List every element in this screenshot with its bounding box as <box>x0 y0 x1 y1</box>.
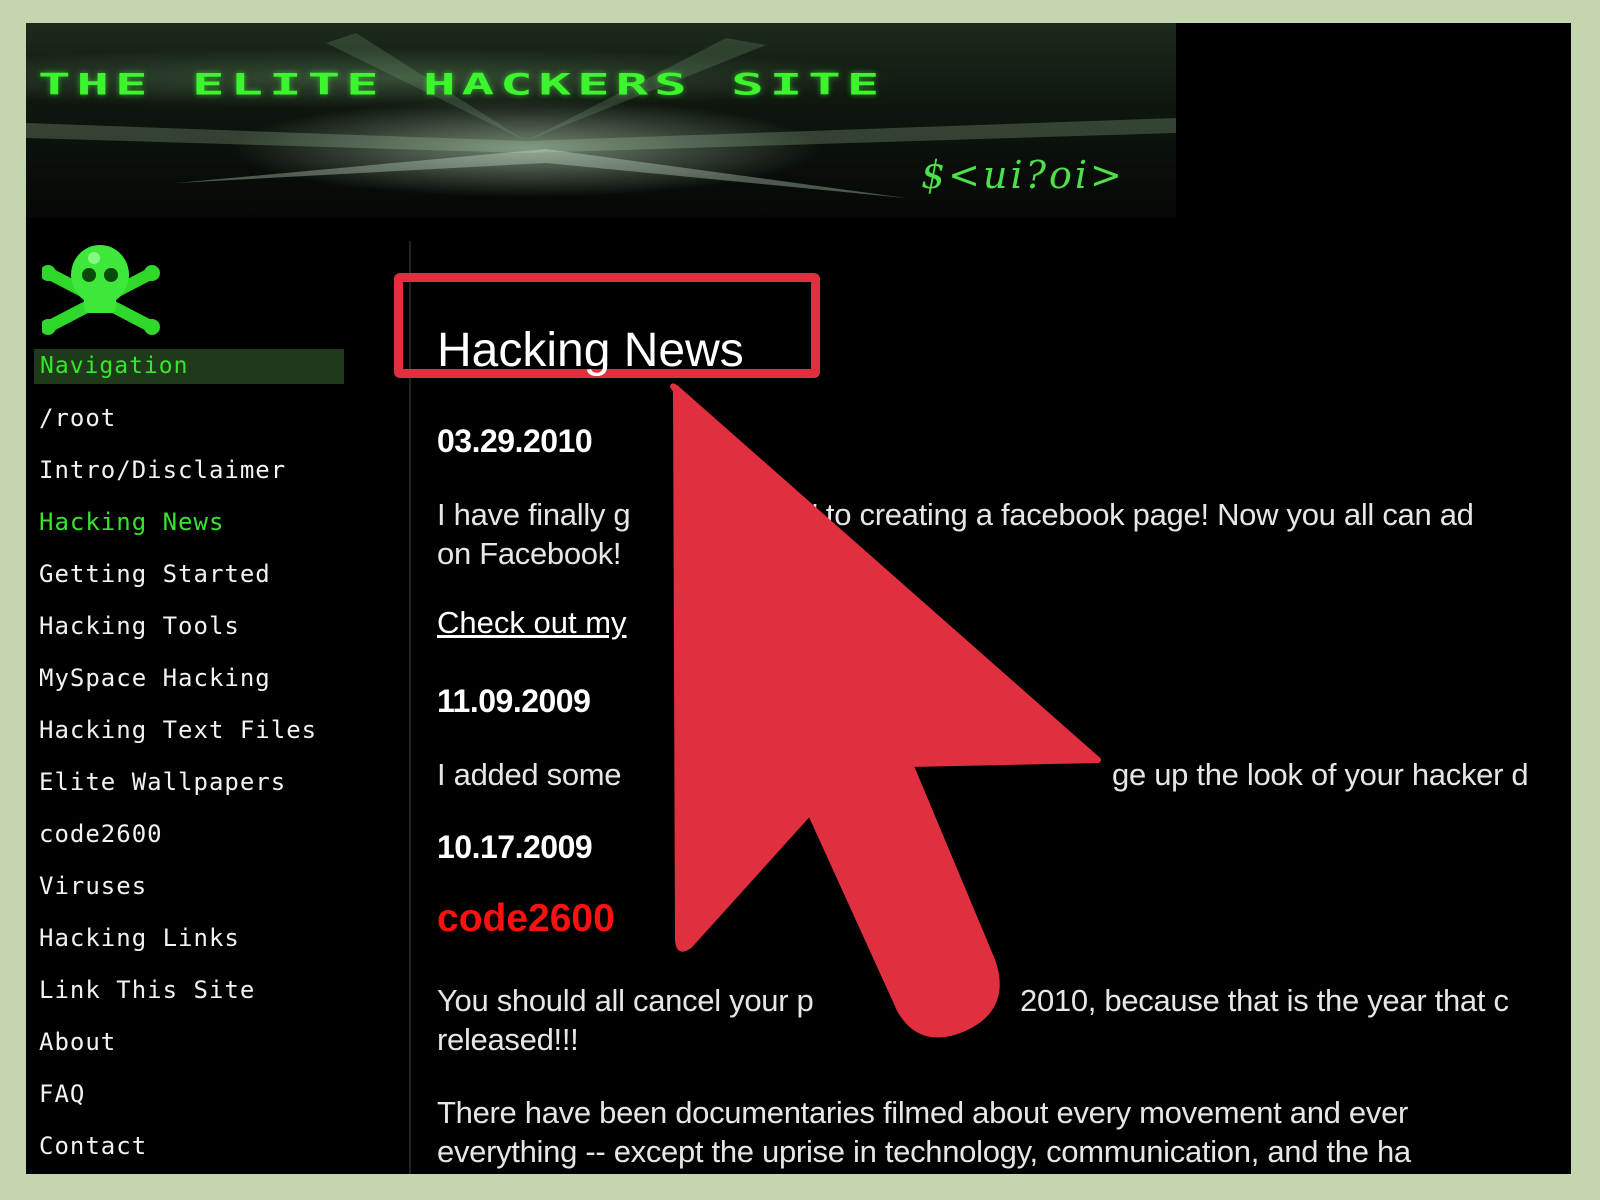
nav-item[interactable]: Hacking News <box>39 502 317 554</box>
skull-crossbones-icon <box>42 245 160 335</box>
sidebar: Navigation /root Intro/Disclaimer Hacking … <box>26 243 356 1174</box>
nav-item[interactable]: Hacking Text Files <box>39 710 317 762</box>
page-title: Hacking News <box>437 324 744 377</box>
nav-item[interactable]: FAQ <box>39 1074 317 1126</box>
news-text: ' to creating a facebook page! Now you a… <box>812 497 1474 532</box>
news-text: 2010, because that is the year that c <box>1020 983 1509 1018</box>
news-text: You should all cancel your p <box>437 983 814 1018</box>
nav-item[interactable]: code2600 <box>39 814 317 866</box>
news-text: on Facebook! <box>437 536 622 571</box>
news-text: ge up the look of your hacker d <box>1112 757 1529 792</box>
nav-item[interactable]: Viruses <box>39 866 317 918</box>
news-text: I added some <box>437 757 622 792</box>
nav-item[interactable]: About <box>39 1022 317 1074</box>
news-text: released!!! <box>437 1022 579 1057</box>
browser-viewport: THE ELITE HACKERS SITE $<ui?oi> Navigati… <box>26 23 1571 1174</box>
nav-header: Navigation <box>34 349 344 384</box>
news-date: 10.17.2009 <box>437 829 593 865</box>
nav-item[interactable]: Hacking Tools <box>39 606 317 658</box>
site-title: THE ELITE HACKERS SITE <box>38 67 886 102</box>
news-date: 03.29.2010 <box>437 423 593 459</box>
nav-item[interactable]: Elite Wallpapers <box>39 762 317 814</box>
news-text: everything -- except the uprise in techn… <box>437 1134 1411 1169</box>
nav-item[interactable]: MySpace Hacking <box>39 658 317 710</box>
signature-logo: $<ui?oi> <box>921 153 1125 197</box>
news-text: There have been documentaries filmed abo… <box>437 1095 1409 1130</box>
nav-item[interactable]: Intro/Disclaimer <box>39 450 317 502</box>
main-content: Hacking News 03.29.2010 I have finally g… <box>394 273 1567 1174</box>
nav-item[interactable]: Link This Site <box>39 970 317 1022</box>
nav-item[interactable]: Contact <box>39 1126 317 1174</box>
news-heading: code2600 <box>437 897 615 940</box>
column-divider <box>409 241 411 1174</box>
nav-item[interactable]: Getting Started <box>39 554 317 606</box>
news-text: I have finally g <box>437 497 631 532</box>
facebook-link[interactable]: Check out my <box>437 605 627 641</box>
news-date: 11.09.2009 <box>437 683 591 719</box>
nav-item[interactable]: /root <box>39 398 317 450</box>
nav-list: /root Intro/Disclaimer Hacking News Getting… <box>39 398 317 1174</box>
nav-item[interactable]: Hacking Links <box>39 918 317 970</box>
site-banner: THE ELITE HACKERS SITE $<ui?oi> <box>26 23 1176 218</box>
